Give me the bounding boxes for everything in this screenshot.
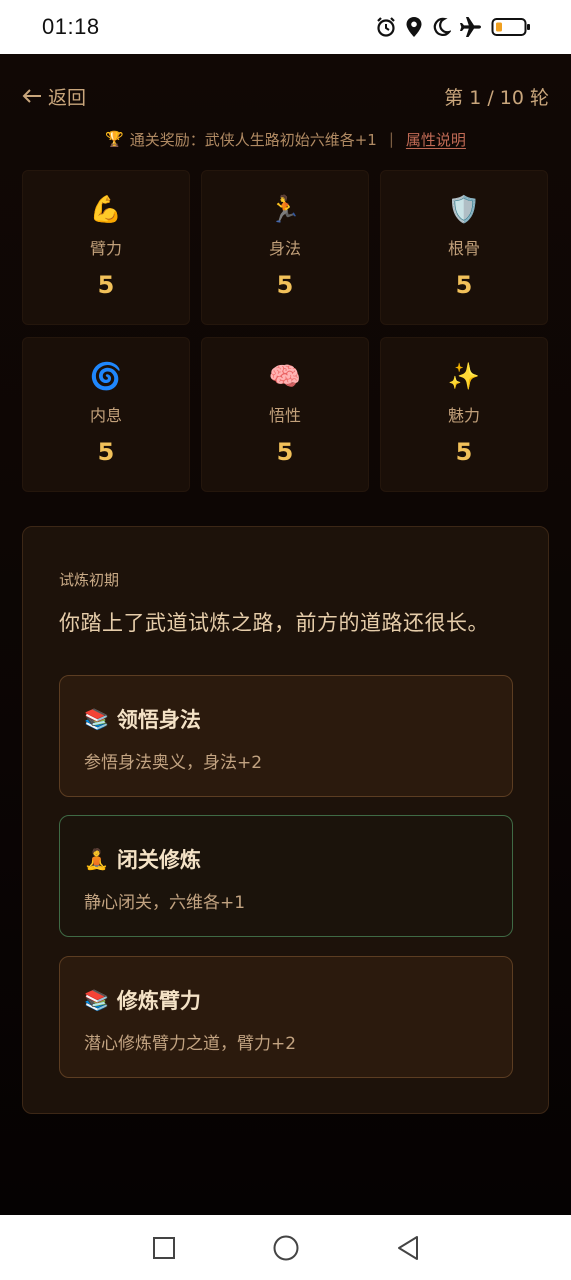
choice-title-text: 闭关修炼 xyxy=(116,848,201,872)
stat-card-inner-breath: 🌀 内息 5 xyxy=(22,337,190,492)
stat-value: 5 xyxy=(455,271,473,299)
stat-card-agility: 🏃 身法 5 xyxy=(201,170,369,325)
back-triangle-icon[interactable] xyxy=(396,1235,420,1261)
choice-description: 静心闭关，六维各+1 xyxy=(84,893,246,913)
choice-title: 📚 修炼臂力 xyxy=(84,985,201,1015)
stats-grid: 💪 臂力 5 🏃 身法 5 🛡️ 根骨 5 🌀 内息 5 🧠 悟性 5 ✨ 魅力… xyxy=(22,170,549,492)
choice-button-strength[interactable]: 📚 修炼臂力 潜心修炼臂力之道，臂力+2 xyxy=(59,956,513,1078)
airplane-icon xyxy=(459,16,483,38)
stat-card-constitution: 🛡️ 根骨 5 xyxy=(380,170,548,325)
location-icon xyxy=(405,16,423,38)
alarm-icon xyxy=(375,16,397,38)
choice-title-text: 领悟身法 xyxy=(116,708,201,732)
recents-square-icon[interactable] xyxy=(152,1236,176,1260)
choice-button-seclusion[interactable]: 🧘 闭关修炼 静心闭关，六维各+1 xyxy=(59,815,513,937)
battery-icon xyxy=(491,16,531,38)
stat-value: 5 xyxy=(276,271,294,299)
status-icons xyxy=(375,16,531,38)
choice-description: 参悟身法奥义，身法+2 xyxy=(84,753,263,773)
stat-name: 悟性 xyxy=(268,406,301,425)
round-counter: 第 1 / 10 轮 xyxy=(444,86,549,109)
event-panel: 试炼初期 你踏上了武道试炼之路，前方的道路还很长。 📚 领悟身法 参悟身法奥义，… xyxy=(22,526,549,1114)
stat-value: 5 xyxy=(276,438,294,466)
reward-line: 🏆 通关奖励：武侠人生路初始六维各+1 | 属性说明 xyxy=(0,126,571,152)
stat-value: 5 xyxy=(97,271,115,299)
cyclone-icon: 🌀 xyxy=(89,362,123,392)
books-icon: 📚 xyxy=(84,707,109,731)
stat-name: 根骨 xyxy=(447,239,480,258)
moon-icon xyxy=(431,17,451,37)
choice-description: 潜心修炼臂力之道，臂力+2 xyxy=(84,1034,297,1054)
attribute-help-link[interactable]: 属性说明 xyxy=(406,129,466,150)
shield-icon: 🛡️ xyxy=(447,195,481,225)
stat-card-strength: 💪 臂力 5 xyxy=(22,170,190,325)
top-bar: 返回 第 1 / 10 轮 xyxy=(22,80,549,112)
stat-name: 身法 xyxy=(268,239,301,258)
stat-card-comprehension: 🧠 悟性 5 xyxy=(201,337,369,492)
back-label: 返回 xyxy=(48,86,87,109)
flexed-arm-icon: 💪 xyxy=(89,195,123,225)
books-icon: 📚 xyxy=(84,988,109,1012)
reward-text: 通关奖励：武侠人生路初始六维各+1 xyxy=(129,130,377,149)
meditation-icon: 🧘 xyxy=(84,847,109,871)
event-phase: 试炼初期 xyxy=(59,571,120,589)
brain-icon: 🧠 xyxy=(268,362,302,392)
system-nav-bar xyxy=(0,1215,571,1280)
arrow-left-icon xyxy=(22,88,42,104)
status-time: 01:18 xyxy=(42,14,100,39)
reward-separator: | xyxy=(388,130,394,148)
stat-name: 内息 xyxy=(89,406,122,425)
stat-value: 5 xyxy=(97,438,115,466)
sparkles-icon: ✨ xyxy=(447,362,481,392)
status-bar: 01:18 xyxy=(0,0,571,54)
stat-name: 臂力 xyxy=(89,239,122,258)
app-screen: 返回 第 1 / 10 轮 🏆 通关奖励：武侠人生路初始六维各+1 | 属性说明… xyxy=(0,54,571,1215)
choice-title-text: 修炼臂力 xyxy=(116,989,201,1013)
stat-card-charm: ✨ 魅力 5 xyxy=(380,337,548,492)
stat-value: 5 xyxy=(455,438,473,466)
back-button[interactable]: 返回 xyxy=(22,83,86,110)
event-description: 你踏上了武道试炼之路，前方的道路还很长。 xyxy=(59,611,489,635)
stat-name: 魅力 xyxy=(447,406,480,425)
choice-button-agility[interactable]: 📚 领悟身法 参悟身法奥义，身法+2 xyxy=(59,675,513,797)
choice-title: 📚 领悟身法 xyxy=(84,704,201,734)
runner-icon: 🏃 xyxy=(268,195,302,225)
home-circle-icon[interactable] xyxy=(272,1234,300,1262)
trophy-icon: 🏆 xyxy=(105,130,124,148)
choice-title: 🧘 闭关修炼 xyxy=(84,844,201,874)
